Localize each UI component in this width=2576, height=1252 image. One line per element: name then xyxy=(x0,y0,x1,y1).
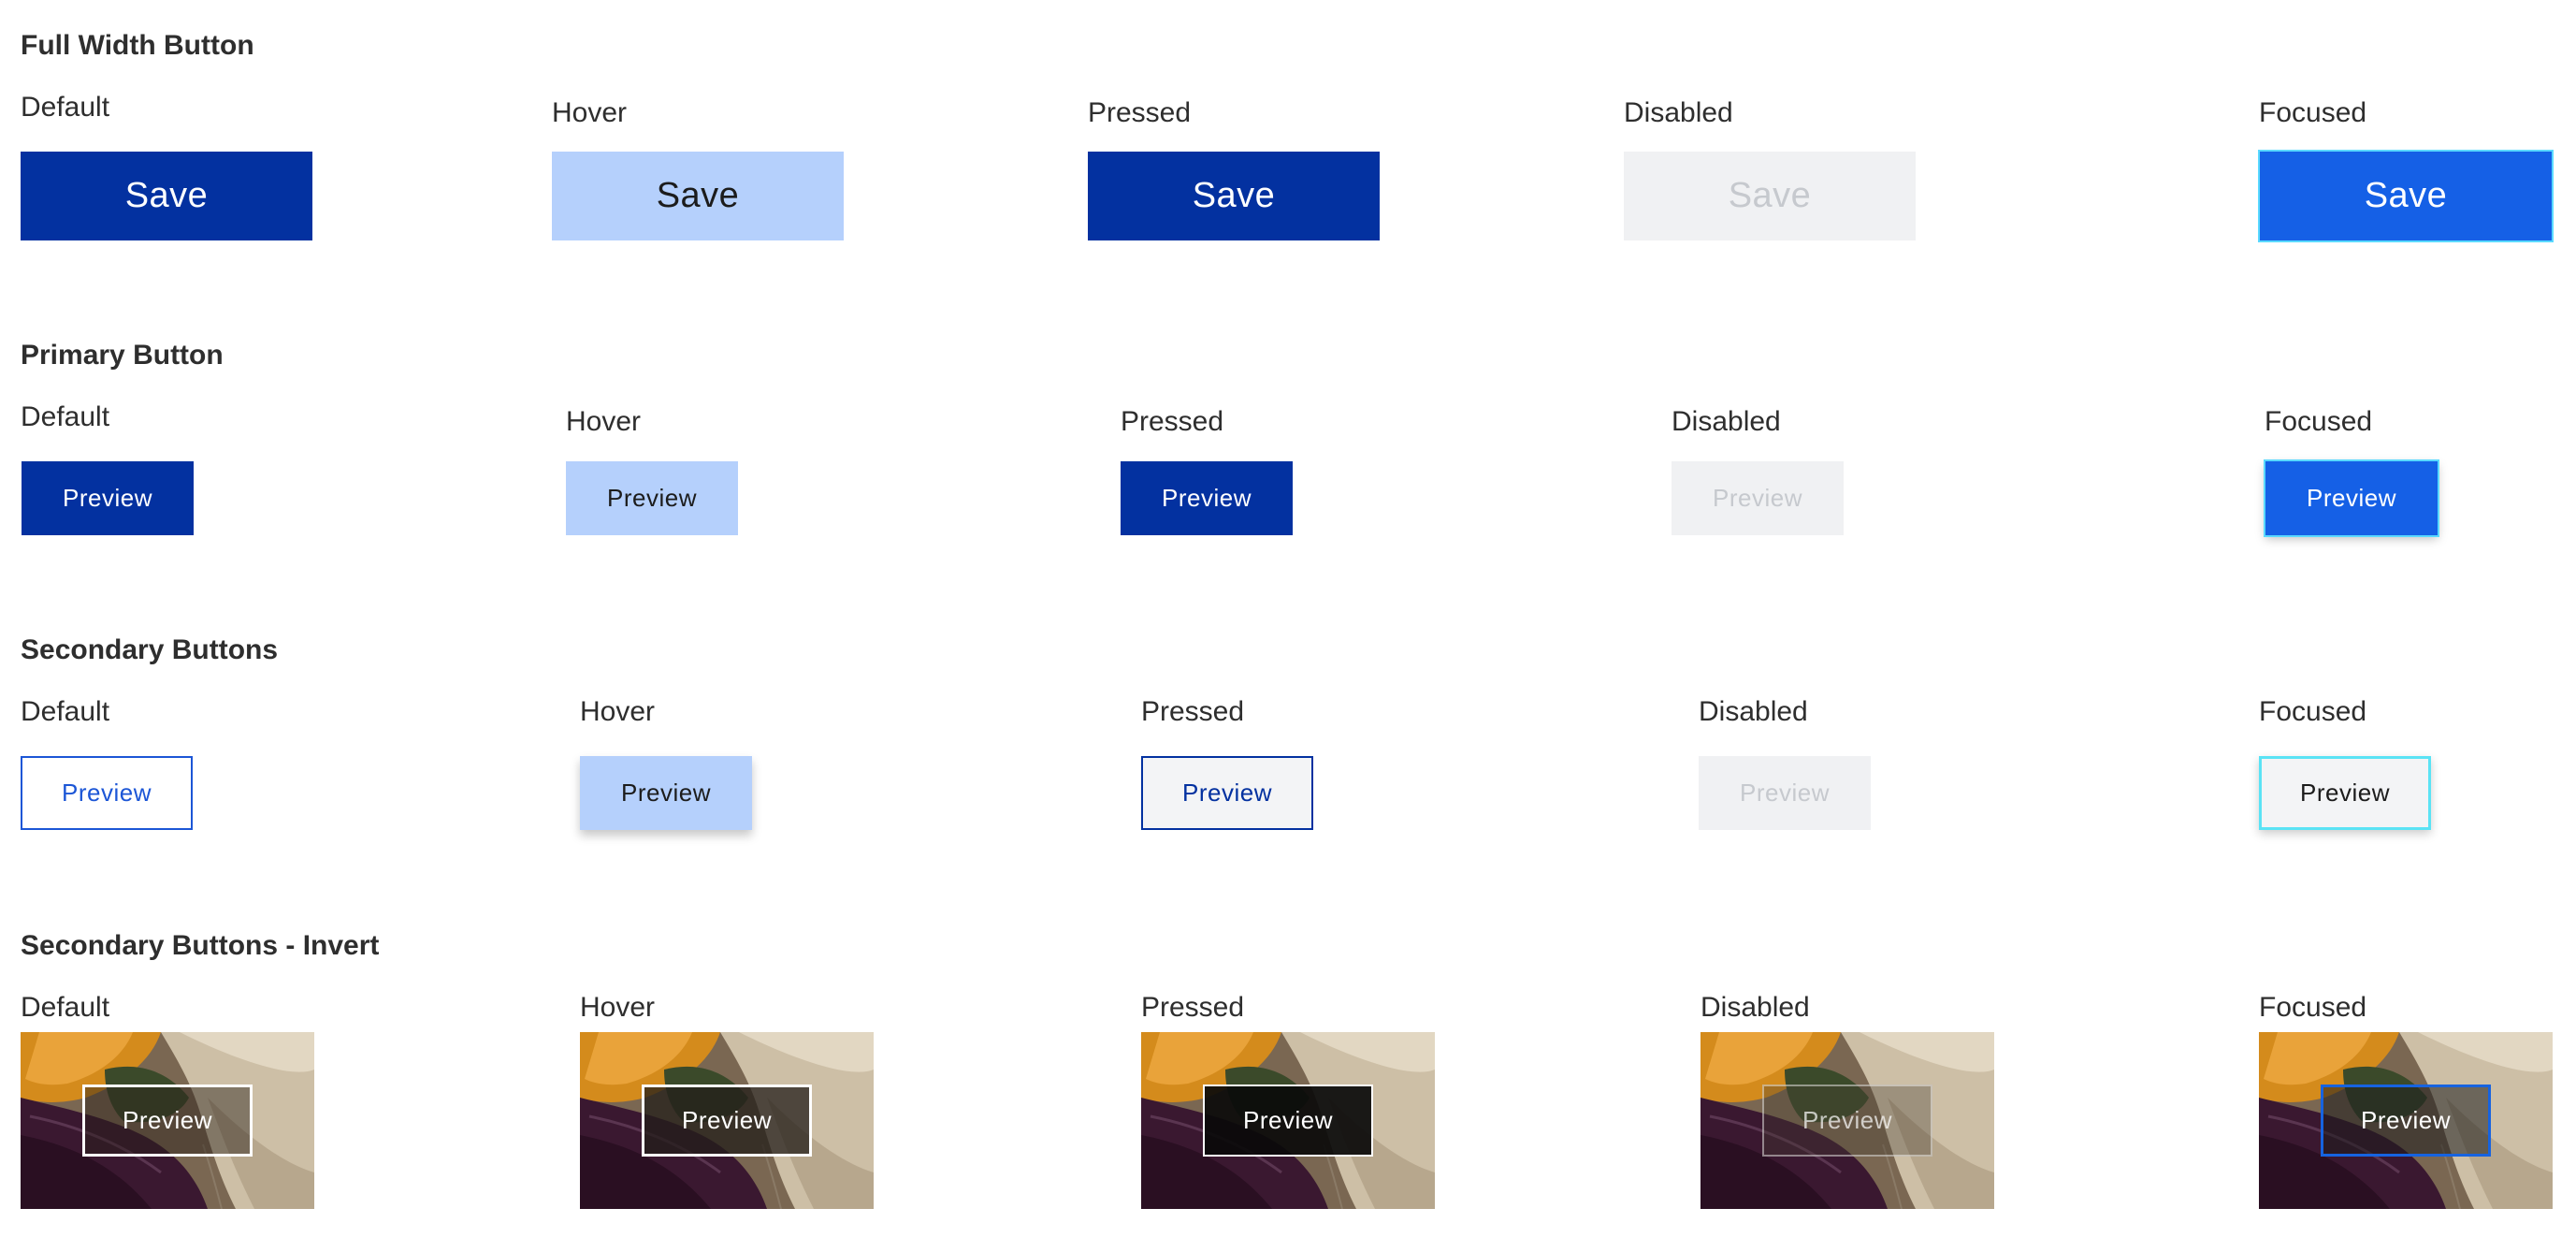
state-label-default: Default xyxy=(21,992,110,1023)
state-label-default: Default xyxy=(21,696,110,727)
state-label-hover: Hover xyxy=(580,696,656,727)
state-label-default: Default xyxy=(21,401,110,432)
section-title-full-width: Full Width Button xyxy=(21,30,254,61)
state-label-hover: Hover xyxy=(552,97,628,128)
secondary-preview-button-default[interactable]: Preview xyxy=(21,756,193,830)
primary-preview-button-pressed[interactable]: Preview xyxy=(1121,461,1293,535)
full-width-save-button-disabled[interactable]: Save xyxy=(1624,152,1916,240)
invert-preview-button-hover[interactable]: Preview xyxy=(642,1085,812,1157)
primary-preview-button-focused[interactable]: Preview xyxy=(2265,461,2438,535)
section-title-secondary-invert: Secondary Buttons - Invert xyxy=(21,930,380,961)
state-label-focused: Focused xyxy=(2259,97,2367,128)
invert-preview-button-focused[interactable]: Preview xyxy=(2321,1085,2491,1157)
primary-preview-button-hover[interactable]: Preview xyxy=(566,461,738,535)
secondary-preview-button-hover[interactable]: Preview xyxy=(580,756,752,830)
state-label-disabled: Disabled xyxy=(1700,992,1810,1023)
state-label-pressed: Pressed xyxy=(1141,696,1245,727)
state-label-pressed: Pressed xyxy=(1141,992,1245,1023)
invert-tile-disabled: Preview xyxy=(1700,1032,1994,1209)
full-width-save-button-focused[interactable]: Save xyxy=(2260,152,2552,240)
full-width-save-button-pressed[interactable]: Save xyxy=(1088,152,1380,240)
invert-tile-default: Preview xyxy=(21,1032,314,1209)
secondary-preview-button-disabled[interactable]: Preview xyxy=(1699,756,1871,830)
state-label-pressed: Pressed xyxy=(1088,97,1192,128)
invert-preview-button-pressed[interactable]: Preview xyxy=(1203,1085,1373,1157)
state-label-focused: Focused xyxy=(2259,992,2367,1023)
state-label-disabled: Disabled xyxy=(1624,97,1733,128)
section-title-secondary: Secondary Buttons xyxy=(21,634,279,665)
full-width-save-button-default[interactable]: Save xyxy=(21,152,312,240)
state-label-disabled: Disabled xyxy=(1672,406,1781,437)
invert-preview-button-default[interactable]: Preview xyxy=(82,1085,253,1157)
state-label-disabled: Disabled xyxy=(1699,696,1808,727)
state-label-hover: Hover xyxy=(566,406,642,437)
state-label-hover: Hover xyxy=(580,992,656,1023)
section-title-primary: Primary Button xyxy=(21,340,224,371)
state-label-focused: Focused xyxy=(2265,406,2373,437)
primary-preview-button-default[interactable]: Preview xyxy=(22,461,194,535)
primary-preview-button-disabled[interactable]: Preview xyxy=(1672,461,1844,535)
state-label-pressed: Pressed xyxy=(1121,406,1224,437)
invert-tile-hover: Preview xyxy=(580,1032,874,1209)
secondary-preview-button-pressed[interactable]: Preview xyxy=(1141,756,1313,830)
invert-tile-pressed: Preview xyxy=(1141,1032,1435,1209)
secondary-preview-button-focused[interactable]: Preview xyxy=(2259,756,2431,830)
state-label-focused: Focused xyxy=(2259,696,2367,727)
invert-tile-focused: Preview xyxy=(2259,1032,2553,1209)
state-label-default: Default xyxy=(21,92,110,123)
full-width-save-button-hover[interactable]: Save xyxy=(552,152,844,240)
invert-preview-button-disabled[interactable]: Preview xyxy=(1762,1085,1932,1157)
